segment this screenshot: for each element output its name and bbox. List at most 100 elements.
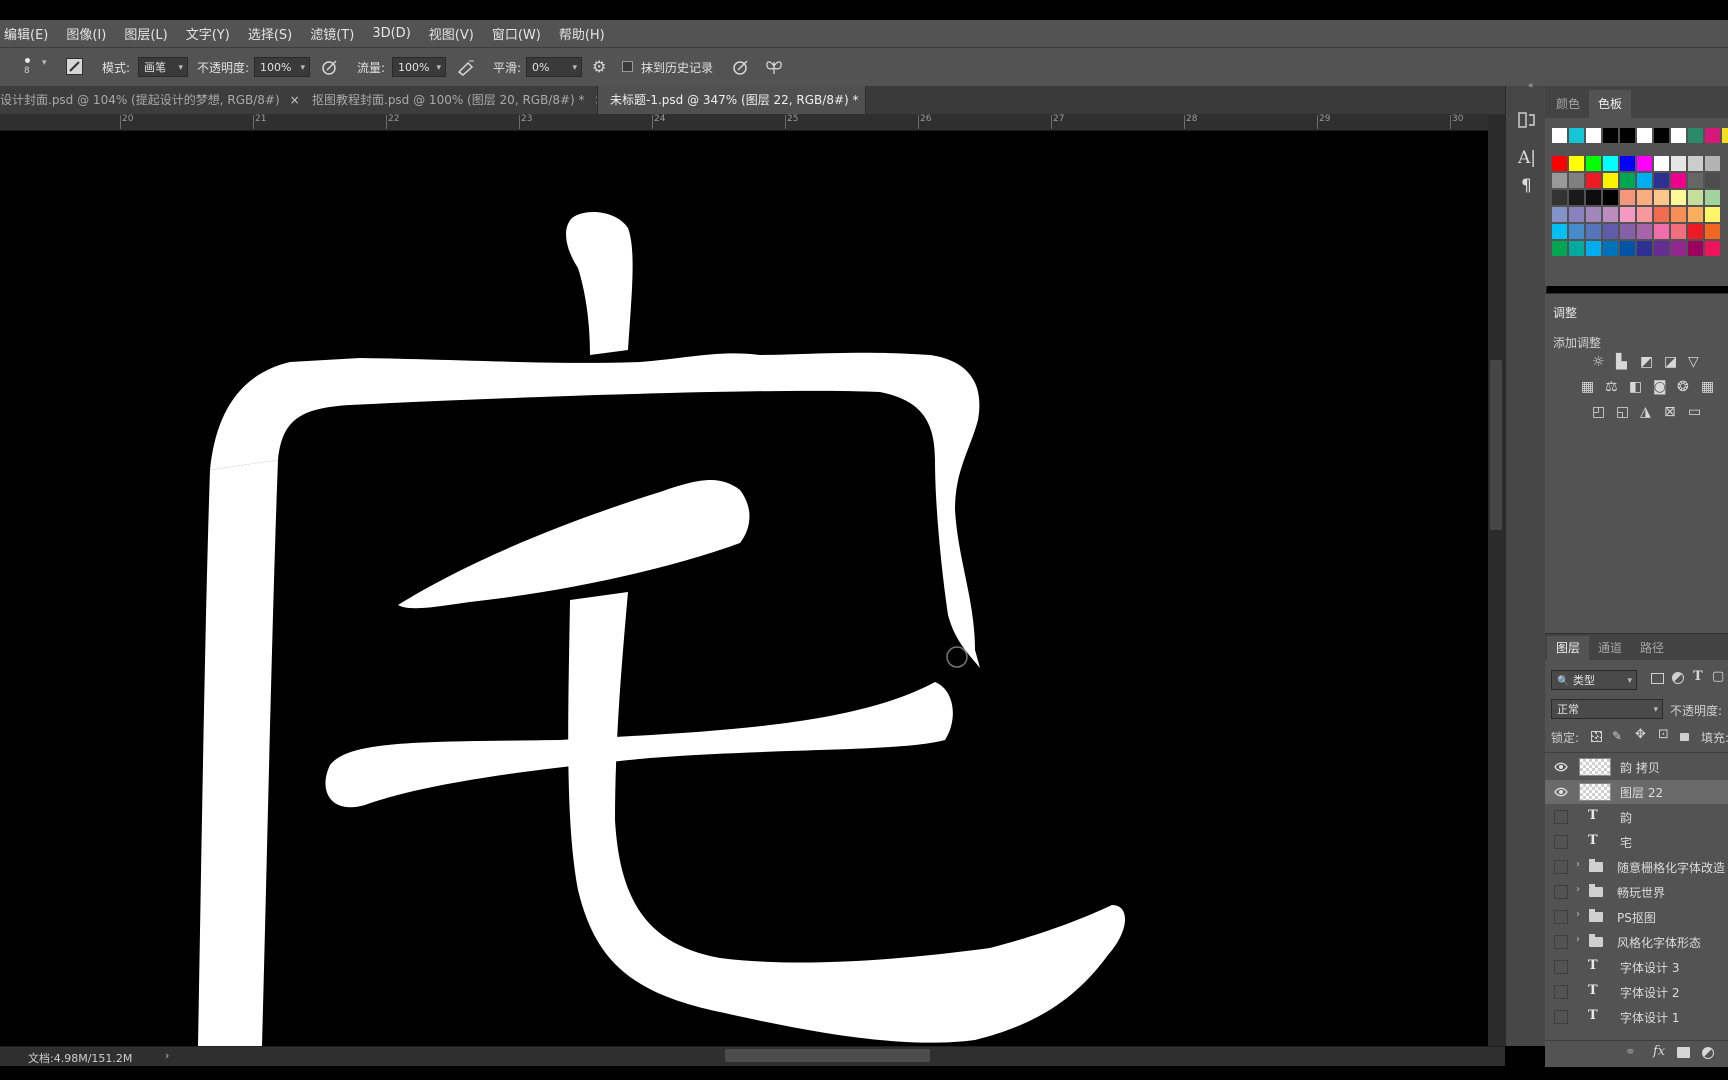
color-swatch[interactable] [1586,207,1601,222]
recent-color-swatch[interactable] [1671,128,1686,143]
color-swatch[interactable] [1569,207,1584,222]
tab-design-cover[interactable]: 设计封面.psd @ 104% (提起设计的梦想, RGB/8#) × [0,86,301,114]
layer-row[interactable]: T韵 [1545,805,1728,829]
menu-item[interactable]: 文字(Y) [177,24,239,43]
visibility-toggle[interactable] [1554,960,1568,974]
lock-all-icon[interactable] [1680,733,1689,741]
photo-filter-icon[interactable]: ◙ [1653,379,1667,395]
filter-type-icon[interactable]: T [1693,669,1703,684]
menu-item[interactable]: 图像(I) [57,24,115,43]
color-swatch[interactable] [1620,173,1635,188]
layer-row[interactable]: T宅 [1545,830,1728,854]
new-adjustment-icon[interactable] [1702,1047,1714,1059]
eye-icon[interactable] [1554,785,1568,799]
layer-row[interactable]: T 字体设计 2 [1545,980,1728,1004]
color-swatch[interactable] [1671,190,1686,205]
vertical-scroll-thumb[interactable] [1490,360,1502,530]
tab-cutout-cover[interactable]: 抠图教程封面.psd @ 100% (图层 20, RGB/8#) *× [300,86,598,114]
character-panel-icon[interactable]: A| [1518,148,1536,168]
tab-layers[interactable]: 图层 [1547,636,1590,660]
menu-item[interactable]: 图层(L) [115,24,176,43]
visibility-toggle[interactable] [1554,810,1568,824]
color-swatch[interactable] [1654,156,1669,171]
tab-channels[interactable]: 通道 [1589,636,1631,660]
color-swatch[interactable] [1620,190,1635,205]
color-swatch[interactable] [1637,190,1652,205]
visibility-toggle[interactable] [1554,885,1568,899]
color-swatch[interactable] [1586,156,1601,171]
color-swatch[interactable] [1603,156,1618,171]
curves-icon[interactable]: ◩ [1640,354,1653,370]
history-panel-icon[interactable] [1517,110,1537,130]
menu-item[interactable]: 视图(V) [420,24,483,43]
document-canvas[interactable] [0,131,1488,1046]
color-swatch[interactable] [1705,190,1720,205]
layer-filter-select[interactable]: 🔍 类型 ▾ [1551,670,1637,690]
color-swatch[interactable] [1620,156,1635,171]
color-swatch[interactable] [1569,241,1584,256]
color-balance-icon[interactable]: ⚖ [1605,379,1618,395]
link-layers-icon[interactable]: ⚭ [1625,1045,1636,1060]
color-swatch[interactable] [1688,224,1703,239]
color-swatch[interactable] [1620,241,1635,256]
exposure-icon[interactable]: ◪ [1664,354,1677,370]
color-swatch[interactable] [1552,190,1567,205]
layer-row[interactable]: › 畅玩世界 [1545,880,1728,904]
invert-icon[interactable]: ◰ [1592,404,1605,420]
color-swatch[interactable] [1637,173,1652,188]
color-swatch[interactable] [1586,224,1601,239]
vibrance-triangle-icon[interactable]: ▽ [1688,354,1699,370]
tab-swatches[interactable]: 色板 [1589,90,1632,118]
tab-paths[interactable]: 路径 [1631,636,1673,660]
flow-input[interactable]: 100% ▾ [392,57,446,77]
levels-icon[interactable]: ▙ [1616,354,1627,370]
lock-artboard-icon[interactable]: ⊡ [1658,727,1669,742]
eye-icon[interactable] [1554,760,1568,774]
pressure-size-icon[interactable] [732,58,750,76]
selective-color-icon[interactable]: ⊠ [1664,404,1676,420]
filter-shape-icon[interactable]: ▢ [1712,669,1724,684]
recent-color-swatch[interactable] [1569,128,1584,143]
symmetry-butterfly-icon[interactable] [764,57,784,77]
horizontal-ruler[interactable]: 20 21 22 23 24 25 26 27 28 29 30 [0,114,1488,131]
visibility-toggle[interactable] [1554,835,1568,849]
lock-position-icon[interactable]: ✥ [1635,727,1646,742]
color-swatch[interactable] [1654,190,1669,205]
brightness-contrast-icon[interactable]: ☼ [1592,354,1605,370]
status-menu-arrow-icon[interactable]: › [165,1049,169,1062]
gear-icon[interactable]: ⚙ [592,57,606,76]
recent-color-swatch[interactable] [1586,128,1601,143]
close-icon[interactable]: × [290,93,300,107]
visibility-toggle[interactable] [1554,1010,1568,1024]
color-swatch[interactable] [1569,190,1584,205]
color-swatch[interactable] [1603,190,1618,205]
color-swatch[interactable] [1671,207,1686,222]
recent-color-swatch[interactable] [1654,128,1669,143]
layer-row[interactable]: T 字体设计 1 [1545,1005,1728,1029]
tab-untitled-1[interactable]: 未标题-1.psd @ 347% (图层 22, RGB/8#) *× [598,86,866,114]
menu-item[interactable]: 滤镜(T) [301,24,363,43]
hue-saturation-icon[interactable]: ▦ [1581,379,1594,395]
color-swatch[interactable] [1671,156,1686,171]
color-swatch[interactable] [1705,241,1720,256]
menu-item[interactable]: 帮助(H) [550,24,614,43]
filter-pixel-icon[interactable] [1651,673,1664,684]
color-swatch[interactable] [1654,207,1669,222]
opacity-input[interactable]: 100% ▾ [254,57,310,77]
recent-color-swatch[interactable] [1722,128,1728,143]
menu-item[interactable]: 选择(S) [239,24,301,43]
airbrush-icon[interactable] [456,58,476,76]
posterize-icon[interactable]: ◱ [1616,404,1629,420]
black-white-icon[interactable]: ◧ [1629,379,1642,395]
color-swatch[interactable] [1671,173,1686,188]
erase-history-checkbox[interactable] [622,61,633,72]
color-swatch[interactable] [1586,190,1601,205]
horizontal-scroll-thumb[interactable] [725,1049,930,1062]
menu-item[interactable]: 3D(D) [363,26,419,41]
filter-adjustment-icon[interactable] [1672,672,1684,684]
threshold-icon[interactable]: ◮ [1640,404,1651,420]
visibility-toggle[interactable] [1554,910,1568,924]
color-swatch[interactable] [1620,224,1635,239]
layer-row[interactable]: › 风格化字体形态 [1545,930,1728,954]
doc-info-text[interactable]: 文档:4.98M/151.2M [28,1050,132,1066]
